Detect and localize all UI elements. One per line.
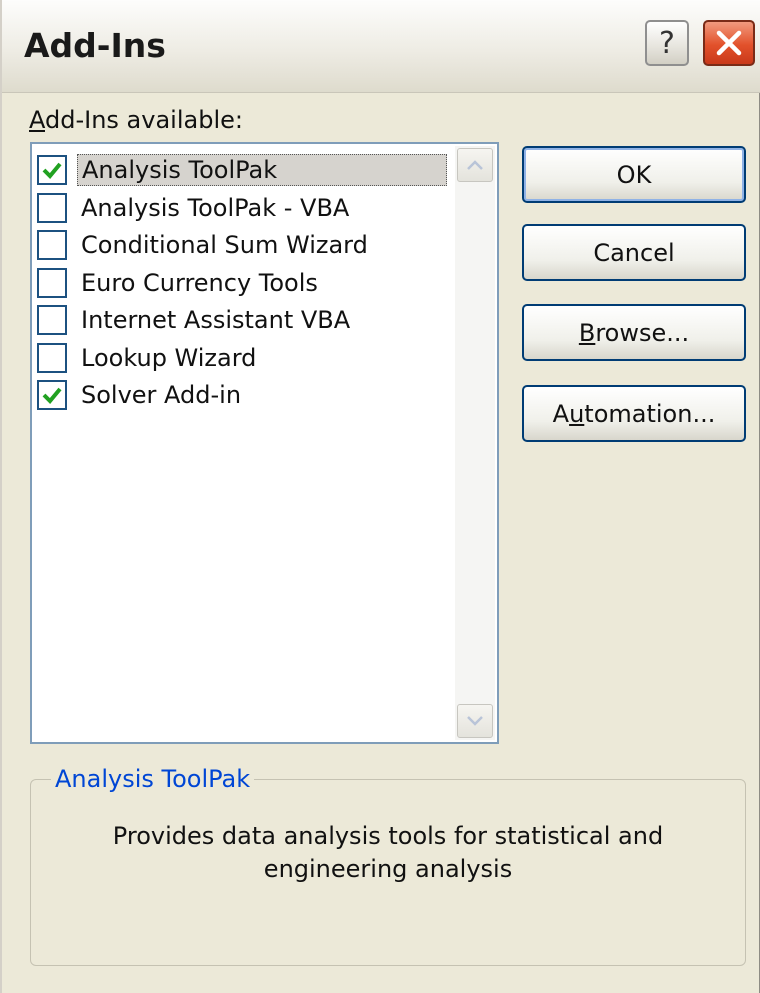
scroll-up-button[interactable] (457, 148, 493, 182)
checkbox-checked[interactable] (37, 380, 67, 410)
details-description: Provides data analysis tools for statist… (112, 822, 664, 883)
addin-list-item[interactable]: Lookup Wizard (37, 340, 451, 376)
addin-list-item[interactable]: Internet Assistant VBA (37, 302, 451, 338)
cancel-button[interactable]: Cancel (522, 224, 746, 281)
window-title: Add-Ins (24, 26, 166, 65)
addin-label: Analysis ToolPak (77, 154, 447, 186)
scroll-down-button[interactable] (457, 704, 493, 738)
chevron-up-icon (467, 160, 483, 170)
checkmark-icon (42, 387, 62, 404)
checkbox-checked[interactable] (37, 155, 67, 185)
addin-label: Analysis ToolPak - VBA (81, 193, 350, 222)
addin-label: Solver Add-in (81, 381, 242, 409)
add-ins-dialog: Add-Ins ? Add-Ins available: Analysis To… (0, 0, 760, 993)
question-mark-icon: ? (659, 25, 675, 61)
addin-list-item[interactable]: Solver Add-in (37, 377, 451, 413)
addin-label: Lookup Wizard (81, 343, 257, 372)
cancel-button-label: Cancel (593, 238, 675, 267)
automation-button-label: Automation... (552, 399, 716, 428)
addin-list-item[interactable]: Euro Currency Tools (37, 265, 451, 301)
close-icon (716, 30, 742, 56)
addin-list-item[interactable]: Conditional Sum Wizard (37, 227, 451, 263)
ok-button[interactable]: OK (522, 146, 746, 203)
checkmark-icon (42, 162, 62, 179)
addin-details-groupbox: Analysis ToolPak Provides data analysis … (30, 765, 746, 966)
checkbox-unchecked[interactable] (37, 192, 67, 223)
details-title: Analysis ToolPak (51, 765, 255, 793)
addin-label: Internet Assistant VBA (81, 306, 351, 334)
browse-button-label: Browse... (578, 318, 690, 347)
checkbox-unchecked[interactable] (37, 230, 67, 260)
checkbox-unchecked[interactable] (37, 305, 67, 335)
add-ins-listbox[interactable]: Analysis ToolPak Analysis ToolPak - VBA Co… (30, 142, 499, 744)
vertical-scrollbar[interactable] (455, 146, 495, 740)
close-button[interactable] (703, 20, 755, 66)
ok-button-label: OK (616, 160, 652, 189)
chevron-down-icon (467, 716, 483, 726)
checkbox-unchecked[interactable] (37, 342, 67, 373)
add-ins-available-label: Add-Ins available: (29, 106, 243, 134)
addin-label: Conditional Sum Wizard (81, 231, 368, 259)
browse-button[interactable]: Browse... (522, 304, 746, 361)
addin-list-item[interactable]: Analysis ToolPak - VBA (37, 190, 451, 226)
checkbox-unchecked[interactable] (37, 267, 67, 298)
help-button[interactable]: ? (645, 20, 689, 66)
title-bar[interactable]: Add-Ins ? (2, 0, 760, 93)
automation-button[interactable]: Automation... (522, 385, 746, 442)
addin-label: Euro Currency Tools (81, 268, 318, 297)
addin-list-item[interactable]: Analysis ToolPak (37, 152, 451, 188)
